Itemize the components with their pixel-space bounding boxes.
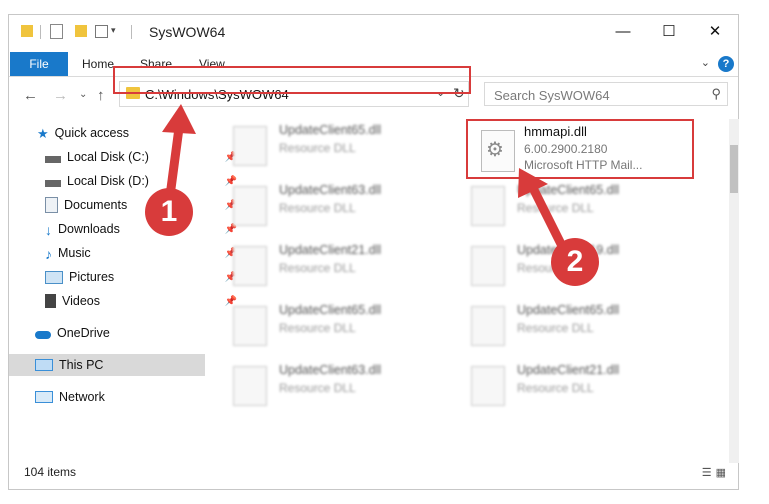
step-1-badge: 1: [145, 188, 193, 236]
arrow-1-shaft: [165, 123, 184, 201]
arrow-2-shaft: [527, 181, 568, 253]
annotation-arrows: [162, 104, 568, 253]
step-2-badge: 2: [551, 238, 599, 286]
arrow-1-head: [162, 104, 196, 134]
